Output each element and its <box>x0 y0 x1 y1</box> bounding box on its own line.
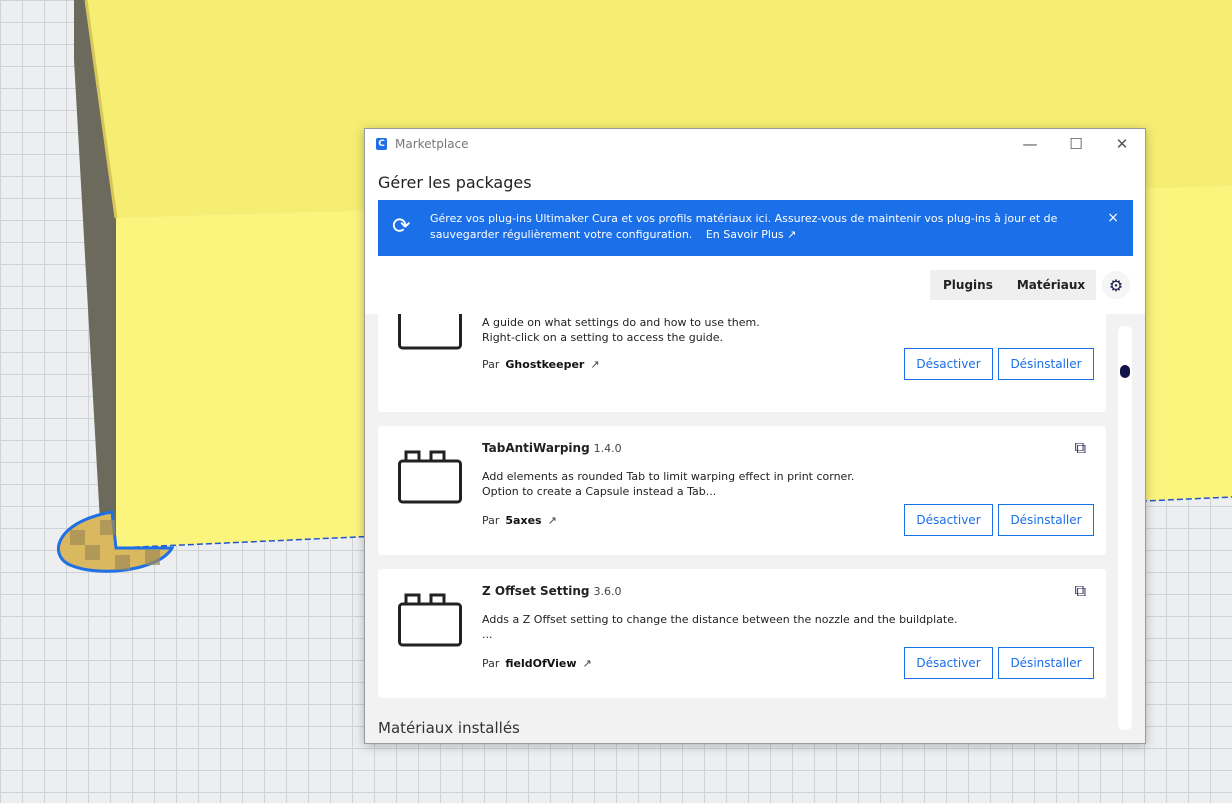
plugin-icon <box>398 450 462 504</box>
plugin-card: A guide on what settings do and how to u… <box>378 314 1106 412</box>
external-link-icon[interactable]: ↗ <box>548 514 557 527</box>
plugin-author: Par fieldOfView ↗ <box>482 657 592 670</box>
banner-close-button[interactable]: × <box>1107 210 1119 226</box>
learn-more-link[interactable]: En Savoir Plus ↗ <box>706 228 797 241</box>
tab-materials[interactable]: Matériaux <box>1004 278 1096 292</box>
author-link[interactable]: fieldOfView <box>505 657 576 670</box>
plugin-card: Z Offset Setting 3.6.0 ⧉ Adds a Z Offset … <box>378 569 1106 698</box>
plugin-description: Add elements as rounded Tab to limit war… <box>482 470 855 498</box>
window-title: Marketplace <box>395 137 469 151</box>
open-external-icon[interactable]: ⧉ <box>1075 438 1086 458</box>
settings-gear-icon[interactable]: ⚙ <box>1102 271 1130 299</box>
author-link[interactable]: Ghostkeeper <box>505 358 584 371</box>
page-title: Gérer les packages <box>378 173 532 192</box>
package-list: A guide on what settings do and how to u… <box>365 314 1145 743</box>
plugin-description: Adds a Z Offset setting to change the di… <box>482 613 958 641</box>
plugin-description: A guide on what settings do and how to u… <box>482 316 760 344</box>
disable-button[interactable]: Désactiver <box>904 647 993 679</box>
uninstall-button[interactable]: Désinstaller <box>998 348 1094 380</box>
external-link-icon[interactable]: ↗ <box>590 358 599 371</box>
marketplace-dialog: C Marketplace — ☐ ✕ Gérer les packages ⟳… <box>364 128 1146 744</box>
uninstall-button[interactable]: Désinstaller <box>998 647 1094 679</box>
uninstall-button[interactable]: Désinstaller <box>998 504 1094 536</box>
package-type-tabs: Plugins Matériaux <box>930 270 1097 300</box>
external-link-icon: ↗ <box>787 228 797 241</box>
info-banner: ⟳ Gérez vos plug-ins Ultimaker Cura et v… <box>378 200 1133 256</box>
plugin-author: Par 5axes ↗ <box>482 514 557 527</box>
maximize-button[interactable]: ☐ <box>1053 129 1099 159</box>
scrollbar-thumb[interactable] <box>1120 365 1130 379</box>
cura-app-icon: C <box>376 138 387 150</box>
disable-button[interactable]: Désactiver <box>904 504 993 536</box>
plugin-name: Z Offset Setting 3.6.0 <box>482 584 622 598</box>
plugin-author: Par Ghostkeeper ↗ <box>482 358 600 371</box>
plugin-name: TabAntiWarping 1.4.0 <box>482 441 622 455</box>
plugin-version: 3.6.0 <box>593 585 622 598</box>
plugin-icon <box>398 593 462 647</box>
title-bar: C Marketplace — ☐ ✕ <box>365 129 1145 159</box>
plugin-version: 1.4.0 <box>593 442 622 455</box>
external-link-icon[interactable]: ↗ <box>583 657 592 670</box>
learn-more-label: En Savoir Plus <box>705 228 784 241</box>
disable-button[interactable]: Désactiver <box>904 348 993 380</box>
author-link[interactable]: 5axes <box>505 514 541 527</box>
open-external-icon[interactable]: ⧉ <box>1075 581 1086 601</box>
close-button[interactable]: ✕ <box>1099 129 1145 159</box>
plugin-icon <box>398 314 462 350</box>
scrollbar[interactable] <box>1118 326 1132 730</box>
plugin-card: TabAntiWarping 1.4.0 ⧉ Add elements as ro… <box>378 426 1106 555</box>
sync-icon: ⟳ <box>392 214 411 239</box>
section-title-materials: Matériaux installés <box>378 719 520 737</box>
minimize-button[interactable]: — <box>1007 129 1053 159</box>
tab-plugins[interactable]: Plugins <box>930 278 1004 292</box>
